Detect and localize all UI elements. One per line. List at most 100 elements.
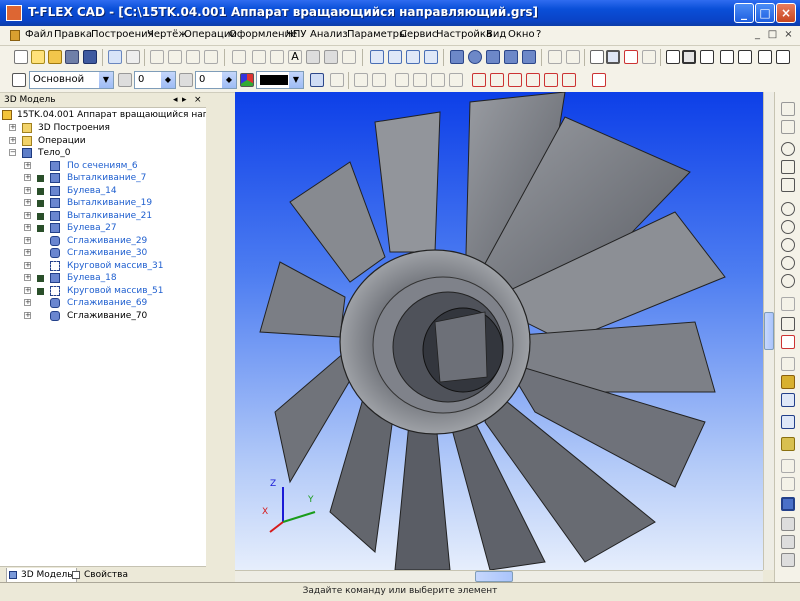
save-all-icon[interactable]: [65, 50, 79, 64]
menu-parameters[interactable]: Параметры: [347, 29, 407, 40]
zoom-previous-icon[interactable]: [781, 274, 795, 288]
impeller-model[interactable]: Z Y X: [235, 92, 763, 570]
color-combo[interactable]: ▼: [256, 71, 304, 89]
pencil-icon[interactable]: [781, 102, 795, 116]
menu-construct[interactable]: Построения: [91, 29, 154, 40]
pen-tool-icon[interactable]: [252, 50, 266, 64]
render-icon[interactable]: [781, 553, 795, 567]
app-icon[interactable]: [6, 5, 22, 21]
undo-icon[interactable]: [108, 50, 122, 64]
zoom-box-icon[interactable]: [781, 220, 795, 234]
3d-viewport[interactable]: Z Y X: [235, 92, 763, 570]
expand-icon[interactable]: +: [9, 124, 16, 131]
loft-icon[interactable]: [486, 50, 500, 64]
expand-icon[interactable]: +: [24, 311, 31, 319]
zoom-window-icon[interactable]: [781, 160, 795, 174]
filter-all-icon[interactable]: [592, 73, 606, 87]
boolean-icon[interactable]: [504, 50, 518, 64]
select-3d-icon[interactable]: [781, 357, 795, 371]
layer-icon[interactable]: [12, 73, 26, 87]
expand-icon[interactable]: +: [24, 161, 31, 169]
window-page-icon[interactable]: [738, 50, 752, 64]
select-tool-icon[interactable]: [150, 50, 164, 64]
pick-vertex-icon[interactable]: [395, 73, 409, 87]
filter-faces-icon[interactable]: [472, 73, 486, 87]
menu-settings[interactable]: Настройка: [436, 29, 492, 40]
expand-icon[interactable]: +: [24, 186, 31, 194]
extrude-icon[interactable]: [450, 50, 464, 64]
expand-icon[interactable]: +: [24, 261, 31, 269]
expand-icon[interactable]: +: [24, 199, 31, 206]
table-icon[interactable]: [590, 50, 604, 64]
select-icon[interactable]: [330, 73, 344, 87]
refresh-icon[interactable]: [781, 317, 795, 331]
menu-view[interactable]: Вид: [486, 29, 506, 40]
section-icon[interactable]: [781, 459, 795, 473]
menu-drawing[interactable]: Чертёж: [147, 29, 187, 40]
panel-next-button[interactable]: ▸: [182, 93, 187, 107]
expand-icon[interactable]: +: [24, 174, 31, 181]
check-icon[interactable]: [781, 120, 795, 134]
expand-icon[interactable]: +: [24, 236, 31, 244]
new-3d-icon[interactable]: [31, 50, 45, 64]
spin-icon[interactable]: ◆: [222, 72, 236, 88]
undo-view-icon[interactable]: [781, 297, 795, 311]
menu-help[interactable]: ?: [536, 29, 541, 40]
text-tool-icon[interactable]: A: [288, 50, 302, 64]
point-3d-icon[interactable]: [406, 50, 420, 64]
mdi-close-button[interactable]: ×: [782, 29, 795, 41]
expand-icon[interactable]: +: [24, 249, 31, 256]
named-view-icon[interactable]: [781, 375, 795, 389]
chevron-down-icon[interactable]: ▼: [289, 72, 303, 88]
wireframe-icon[interactable]: [781, 477, 795, 491]
doc-icon[interactable]: [10, 30, 20, 41]
tab-3d-model[interactable]: 3D Модель: [6, 568, 77, 583]
rotate-icon[interactable]: [468, 50, 482, 64]
workplane-icon[interactable]: [388, 50, 402, 64]
collapse-icon[interactable]: −: [9, 149, 16, 156]
vertical-scrollbar[interactable]: [763, 92, 774, 570]
expand-icon[interactable]: +: [24, 224, 31, 231]
print-icon[interactable]: [126, 50, 140, 64]
window-view-icon[interactable]: [666, 50, 680, 64]
grid-icon[interactable]: [370, 50, 384, 64]
window-split-icon[interactable]: [682, 50, 696, 64]
layer-combo[interactable]: Основной ▼: [29, 71, 114, 89]
menu-service[interactable]: Сервис: [400, 29, 437, 40]
zoom-out-icon[interactable]: [781, 256, 795, 270]
window-list-icon[interactable]: [776, 50, 790, 64]
spin-icon[interactable]: ◆: [161, 72, 175, 88]
close-button[interactable]: ×: [776, 3, 796, 23]
priority-spinner[interactable]: 0 ◆: [195, 71, 237, 89]
edit-tool-icon[interactable]: [270, 50, 284, 64]
orbit-icon[interactable]: [781, 415, 795, 429]
expand-icon[interactable]: +: [24, 274, 31, 281]
color-palette-icon[interactable]: [240, 73, 254, 87]
horizontal-scrollbar[interactable]: [235, 570, 763, 582]
menu-edit[interactable]: Правка: [54, 29, 92, 40]
panel-close-button[interactable]: ×: [194, 93, 202, 107]
expand-icon[interactable]: +: [9, 136, 16, 144]
new-file-icon[interactable]: [14, 50, 28, 64]
hatch-icon[interactable]: [306, 50, 320, 64]
filter-vertices-icon[interactable]: [508, 73, 522, 87]
horizontal-scroll-thumb[interactable]: [475, 571, 513, 582]
dimension-icon[interactable]: [232, 50, 246, 64]
window-cascade-icon[interactable]: [700, 50, 714, 64]
pick-edge-icon[interactable]: [372, 73, 386, 87]
pick-face-icon[interactable]: [354, 73, 368, 87]
clip-icon[interactable]: [548, 50, 562, 64]
save-icon[interactable]: [83, 50, 97, 64]
pick-body-icon[interactable]: [431, 73, 445, 87]
menu-file[interactable]: Файл: [25, 29, 53, 40]
menu-analysis[interactable]: Анализ: [310, 29, 348, 40]
circle-tool-icon[interactable]: [186, 50, 200, 64]
snap-line-icon[interactable]: [642, 50, 656, 64]
expand-icon[interactable]: +: [24, 211, 31, 219]
shaded-icon[interactable]: [781, 497, 795, 511]
node-tool-icon[interactable]: [204, 50, 218, 64]
minimize-button[interactable]: _: [734, 3, 754, 23]
zoom-in-icon[interactable]: [781, 142, 795, 156]
image-icon[interactable]: [324, 50, 338, 64]
maximize-button[interactable]: □: [755, 3, 775, 23]
